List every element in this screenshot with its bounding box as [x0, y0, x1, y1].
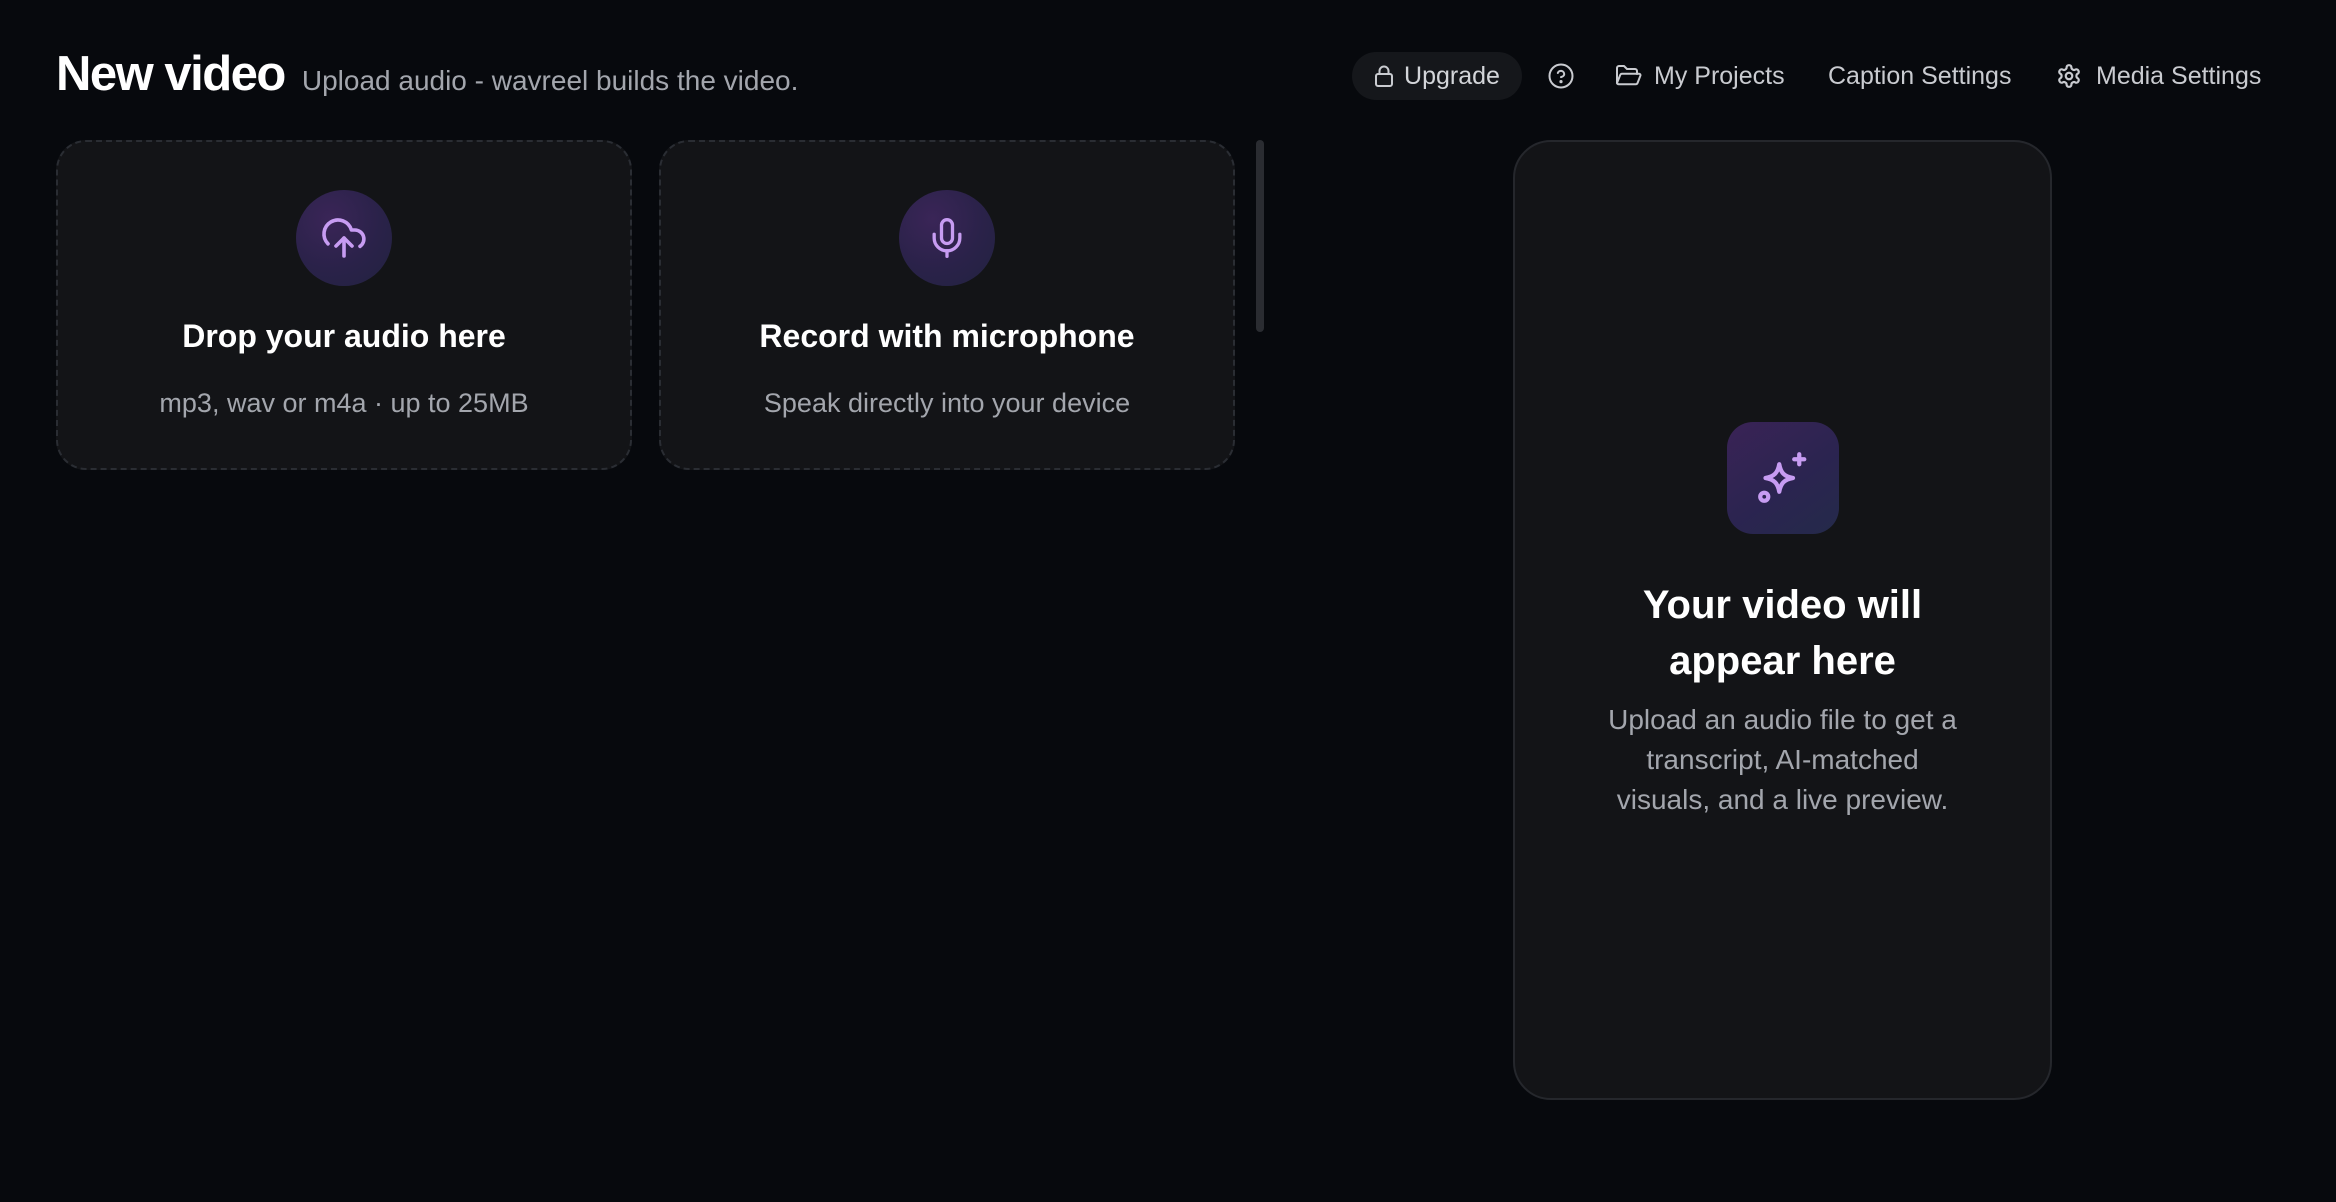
upgrade-button[interactable]: Upgrade [1352, 52, 1522, 100]
record-card-title: Record with microphone [759, 318, 1135, 354]
help-button[interactable] [1546, 52, 1576, 100]
page-subtitle: Upload audio - wavreel builds the video. [301, 65, 799, 96]
page-title: New video [56, 47, 286, 101]
my-projects-label: My Projects [1654, 61, 1785, 90]
drop-zone-subtitle: mp3, wav or m4a · up to 25MB [159, 388, 529, 418]
microphone-icon [899, 190, 995, 286]
preview-subtitle: Upload an audio file to get a transcript… [1608, 704, 1957, 815]
caption-settings-label: Caption Settings [1828, 61, 2012, 90]
folder-open-icon [1614, 64, 1642, 88]
upgrade-label: Upgrade [1404, 61, 1500, 90]
new-video-page: New video Upload audio - wavreel builds … [0, 0, 2336, 1202]
help-circle-icon [1547, 62, 1575, 90]
gear-icon [2056, 63, 2082, 89]
video-preview-panel: Your video will appear here Upload an au… [1513, 140, 2052, 1100]
sparkles-icon [1726, 422, 1839, 534]
page-header: New video Upload audio - wavreel builds … [56, 46, 798, 102]
record-microphone-card[interactable]: Record with microphone Speak directly in… [659, 140, 1235, 470]
media-settings-label: Media Settings [2096, 61, 2262, 90]
preview-title: Your video will appear here [1642, 583, 1923, 683]
cloud-upload-icon [296, 190, 392, 286]
audio-drop-zone[interactable]: Drop your audio here mp3, wav or m4a · u… [56, 140, 632, 470]
caption-settings-link[interactable]: Caption Settings [1828, 52, 2011, 100]
record-card-subtitle: Speak directly into your device [763, 388, 1131, 418]
scrollbar-thumb[interactable] [1256, 140, 1264, 332]
drop-zone-title: Drop your audio here [182, 318, 506, 354]
my-projects-link[interactable]: My Projects [1614, 52, 1785, 100]
lock-icon [1374, 65, 1394, 87]
media-settings-link[interactable]: Media Settings [2056, 52, 2261, 100]
